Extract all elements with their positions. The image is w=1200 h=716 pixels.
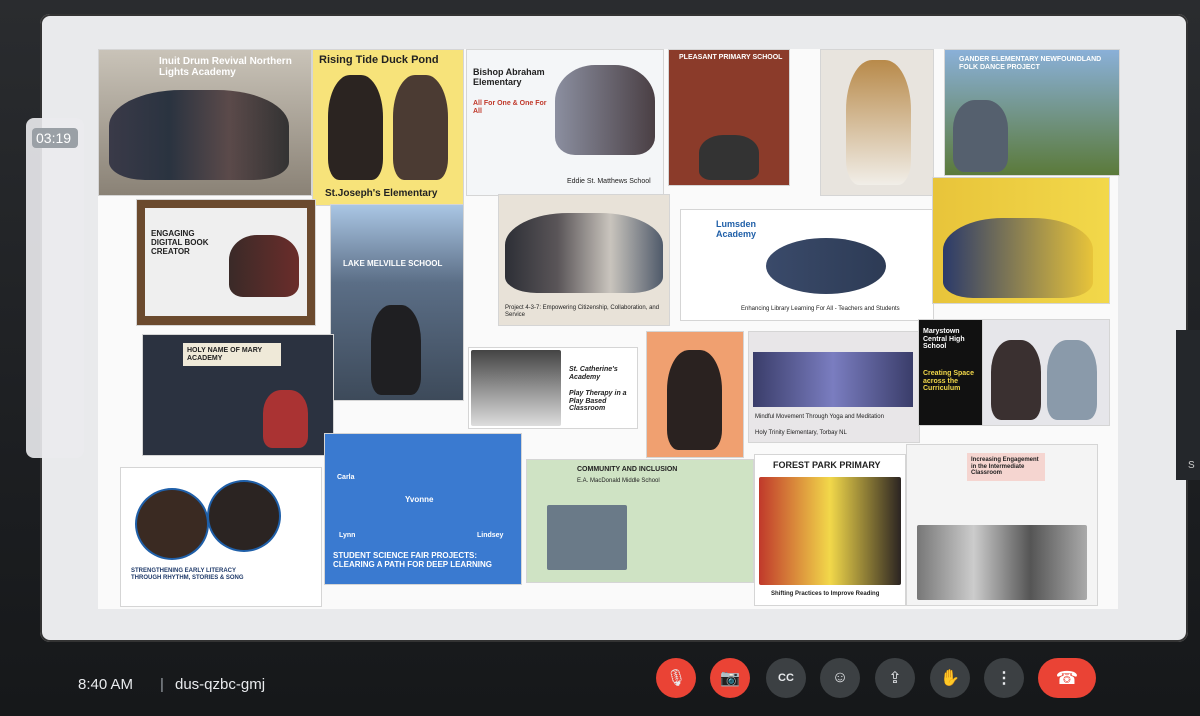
meeting-screen: Inuit Drum Revival Northern Lights Acade… xyxy=(40,14,1188,642)
emoji-icon: ☺ xyxy=(831,669,849,686)
captions-button[interactable]: CC xyxy=(766,658,806,698)
tile-two-teachers xyxy=(982,319,1110,426)
tile-lumsden: Lumsden Academy Enhancing Library Learni… xyxy=(680,209,934,321)
side-panel-label: S xyxy=(1188,460,1195,471)
meeting-separator: | xyxy=(160,676,164,693)
tile-caption: Lynn xyxy=(339,532,356,539)
tile-caption: Creating Space across the Curriculum xyxy=(923,370,974,393)
meeting-toolbar: 8:40 AM | dus-qzbc-gmj 🎙 📷 CC ☺ ⇪ ✋ ⋮ ☎ xyxy=(0,650,1200,716)
shared-slide: Inuit Drum Revival Northern Lights Acade… xyxy=(98,49,1120,609)
tile-caption: Project 4-3-7: Empowering Citizenship, C… xyxy=(505,305,660,318)
tile-caption: ENGAGING DIGITAL BOOK CREATOR xyxy=(151,229,209,256)
tile-caption: Enhancing Library Learning For All - Tea… xyxy=(741,306,900,312)
tile-caption: Carla xyxy=(337,474,355,481)
leave-call-button[interactable]: ☎ xyxy=(1038,658,1096,698)
tile-digital-book: ENGAGING DIGITAL BOOK CREATOR xyxy=(136,199,316,326)
tile-caption: STRENGTHENING EARLY LITERACY THROUGH RHY… xyxy=(131,568,244,581)
tile-yellow-class xyxy=(932,177,1110,304)
tile-holy-name: HOLY NAME OF MARY ACADEMY xyxy=(142,334,334,456)
tile-bishop-abraham: Bishop Abraham Elementary All For One & … xyxy=(466,49,664,196)
tile-caption: Inuit Drum Revival Northern Lights Acade… xyxy=(159,56,292,78)
tile-caption: E.A. MacDonald Middle School xyxy=(577,478,660,484)
tile-caption: PLEASANT PRIMARY SCHOOL xyxy=(679,54,783,61)
tile-caption: All For One & One For All xyxy=(473,100,547,115)
tile-caption: Eddie St. Matthews School xyxy=(567,178,651,185)
tile-caption: Increasing Engagement in the Intermediat… xyxy=(967,453,1045,481)
tile-caption: Bishop Abraham Elementary xyxy=(473,67,545,87)
present-icon: ⇪ xyxy=(888,670,902,687)
present-button[interactable]: ⇪ xyxy=(875,658,915,698)
tile-caption: Mindful Movement Through Yoga and Medita… xyxy=(755,414,884,420)
tile-caption: Shifting Practices to Improve Reading xyxy=(771,591,880,597)
camera-off-icon: 📷 xyxy=(720,670,740,687)
timer-display: 03:19 xyxy=(32,128,78,148)
mic-off-button[interactable]: 🎙 xyxy=(656,658,696,698)
hand-icon: ✋ xyxy=(940,670,960,687)
tile-caption: Lumsden Academy xyxy=(716,219,757,239)
tile-reader-girl xyxy=(646,331,744,458)
hangup-icon: ☎ xyxy=(1055,667,1079,688)
tile-caption: COMMUNITY AND INCLUSION xyxy=(577,466,678,473)
tile-rising-tide: Rising Tide Duck Pond St.Joseph's Elemen… xyxy=(312,49,464,206)
more-options-button[interactable]: ⋮ xyxy=(984,658,1024,698)
more-icon: ⋮ xyxy=(996,670,1012,687)
camera-off-button[interactable]: 📷 xyxy=(710,658,750,698)
tile-community-inclusion: COMMUNITY AND INCLUSION E.A. MacDonald M… xyxy=(526,459,754,583)
tile-early-literacy: STRENGTHENING EARLY LITERACY THROUGH RHY… xyxy=(120,467,322,607)
tile-lake-melville: LAKE MELVILLE SCHOOL xyxy=(330,204,464,401)
meeting-time: 8:40 AM xyxy=(78,676,134,693)
raise-hand-button[interactable]: ✋ xyxy=(930,658,970,698)
tile-library-teacher xyxy=(820,49,934,196)
meeting-code: dus-qzbc-gmj xyxy=(175,676,266,693)
tile-caption: FOREST PARK PRIMARY xyxy=(773,460,881,470)
tile-caption: Holy Trinity Elementary, Torbay NL xyxy=(755,430,847,436)
tile-intermediate: Increasing Engagement in the Intermediat… xyxy=(906,444,1098,606)
tile-gander: GANDER ELEMENTARY NEWFOUNDLAND FOLK DANC… xyxy=(944,49,1120,176)
tile-pleasant-primary: PLEASANT PRIMARY SCHOOL xyxy=(668,49,790,186)
captions-icon: CC xyxy=(778,672,794,684)
emoji-button[interactable]: ☺ xyxy=(820,658,860,698)
tile-caption: St.Joseph's Elementary xyxy=(325,188,438,199)
tile-caption: Lindsey xyxy=(477,532,504,539)
timer-panel: 03:19 xyxy=(26,118,84,458)
side-panel-edge: S xyxy=(1176,330,1200,480)
tile-mindful-movement: Mindful Movement Through Yoga and Medita… xyxy=(748,331,920,443)
tile-caption: St. Catherine's Academy xyxy=(569,366,618,381)
tile-inuit-drum: Inuit Drum Revival Northern Lights Acade… xyxy=(98,49,312,196)
mic-off-icon: 🎙 xyxy=(665,670,687,687)
tile-caption: Rising Tide Duck Pond xyxy=(319,54,439,66)
tile-caption: Yvonne xyxy=(405,495,434,504)
tile-caption: HOLY NAME OF MARY ACADEMY xyxy=(183,343,281,367)
tile-play-therapy: St. Catherine's Academy Play Therapy in … xyxy=(468,347,638,429)
tile-caption: Marystown Central High School xyxy=(923,328,965,351)
tile-marystown: Marystown Central High School Creating S… xyxy=(918,319,984,426)
tile-science-fair: Carla Yvonne Lynn Lindsey STUDENT SCIENC… xyxy=(324,433,522,585)
tile-project-437: Project 4-3-7: Empowering Citizenship, C… xyxy=(498,194,670,326)
tile-caption: STUDENT SCIENCE FAIR PROJECTS: CLEARING … xyxy=(333,551,492,569)
tile-caption: LAKE MELVILLE SCHOOL xyxy=(343,259,443,268)
tile-caption: Play Therapy in a Play Based Classroom xyxy=(569,390,627,413)
tile-caption: GANDER ELEMENTARY NEWFOUNDLAND FOLK DANC… xyxy=(959,56,1102,71)
tile-forest-park: FOREST PARK PRIMARY Shifting Practices t… xyxy=(754,454,906,606)
